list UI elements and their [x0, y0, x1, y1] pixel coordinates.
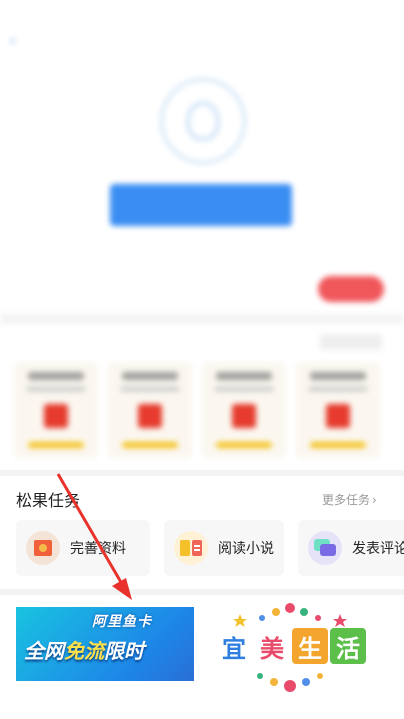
banner-title: 宜 美 生 活: [216, 628, 366, 664]
book-icon: [174, 531, 208, 565]
banner-char: 宜: [216, 628, 252, 664]
benefit-card[interactable]: [108, 362, 192, 458]
benefit-card[interactable]: [14, 362, 98, 458]
gift-icon: [326, 404, 350, 428]
banner-char: 美: [254, 628, 290, 664]
task-post-comment[interactable]: 发表评论: [298, 520, 404, 576]
tasks-section-title: 松果任务: [16, 491, 81, 510]
promo-banner-good-life[interactable]: 宜 美 生 活: [210, 598, 370, 698]
banner-top-text: 阿里鱼卡: [92, 614, 152, 630]
back-button[interactable]: ‹: [10, 34, 18, 49]
benefit-card[interactable]: [202, 362, 286, 458]
task-label: 阅读小说: [218, 541, 274, 557]
task-label: 完善资料: [70, 541, 126, 557]
banner-main-plain: 全网: [24, 639, 64, 663]
banner-main-tail: 限时: [104, 639, 144, 663]
task-label: 发表评论: [352, 541, 404, 557]
coupon-icon: [232, 404, 256, 428]
profile-action-button[interactable]: [318, 276, 384, 302]
benefit-card[interactable]: [296, 362, 380, 458]
avatar[interactable]: [160, 78, 246, 164]
chevron-right-icon: ›: [372, 492, 377, 507]
bind-sim-button[interactable]: [110, 184, 292, 226]
more-tasks-label: 更多任务: [322, 493, 371, 507]
red-envelope-icon: [44, 404, 68, 428]
benefits-more-link[interactable]: [320, 334, 382, 350]
section-divider: [0, 314, 404, 324]
more-tasks-link[interactable]: 更多任务 ›: [322, 491, 377, 508]
user-silhouette-icon: [186, 101, 220, 141]
profile-card-icon: [26, 531, 60, 565]
banner-main-text: 全网免流限时: [24, 635, 144, 664]
chevron-left-icon: ‹: [10, 34, 16, 49]
benefit-cards: [14, 362, 380, 458]
task-read-novel[interactable]: 阅读小说: [164, 520, 284, 576]
status-bar: [0, 0, 404, 22]
banner-char: 活: [330, 628, 366, 664]
task-list: 完善资料 阅读小说 发表评论: [16, 520, 404, 576]
section-divider: [0, 470, 404, 476]
section-divider: [0, 589, 404, 595]
nav-bar: ‹: [0, 22, 404, 66]
gift-box-icon: [138, 404, 162, 428]
blurred-upper-area: ‹: [0, 0, 404, 470]
comment-bubble-icon: [308, 531, 342, 565]
task-complete-profile[interactable]: 完善资料: [16, 520, 150, 576]
banner-main-highlight: 免流: [64, 639, 104, 663]
promo-banner-free-data[interactable]: 阿里鱼卡 全网免流限时: [16, 607, 194, 681]
banner-char: 生: [292, 628, 328, 664]
